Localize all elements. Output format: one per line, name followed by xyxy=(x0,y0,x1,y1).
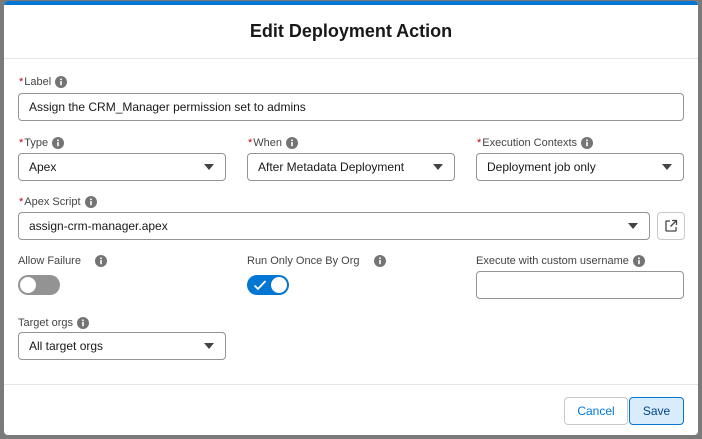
chevron-down-icon xyxy=(204,164,214,170)
modal-header: Edit Deployment Action xyxy=(4,5,698,59)
apex-script-select[interactable]: assign-crm-manager.apex xyxy=(18,212,650,240)
save-button[interactable]: Save xyxy=(629,397,684,425)
execution-contexts-select[interactable]: Deployment job only xyxy=(476,153,684,181)
type-select-value: Apex xyxy=(29,160,57,174)
chevron-down-icon xyxy=(204,343,214,349)
edit-deployment-action-modal: Edit Deployment Action *Label Assign the… xyxy=(4,1,698,435)
required-mark: * xyxy=(19,137,24,149)
target-orgs-select-value: All target orgs xyxy=(29,339,104,353)
required-mark: * xyxy=(248,137,253,149)
open-script-button[interactable] xyxy=(657,212,685,240)
info-icon[interactable] xyxy=(286,137,299,149)
when-select[interactable]: After Metadata Deployment xyxy=(247,153,455,181)
info-icon[interactable] xyxy=(94,255,107,267)
check-icon xyxy=(253,280,267,291)
execution-contexts-select-value: Deployment job only xyxy=(487,160,596,174)
apex-script-field-label: *Apex Script xyxy=(19,196,97,208)
target-orgs-select[interactable]: All target orgs xyxy=(18,332,226,360)
chevron-down-icon xyxy=(433,164,443,170)
required-mark: * xyxy=(477,137,482,149)
info-icon[interactable] xyxy=(77,317,90,329)
modal-footer: Cancel Save xyxy=(4,384,698,435)
info-icon[interactable] xyxy=(84,196,97,208)
info-icon[interactable] xyxy=(632,255,645,267)
modal-title: Edit Deployment Action xyxy=(249,21,453,41)
chevron-down-icon xyxy=(662,164,672,170)
type-field-label: *Type xyxy=(19,137,65,149)
type-select[interactable]: Apex xyxy=(18,153,226,181)
apex-script-field-text: Apex Script xyxy=(24,196,81,208)
allow-failure-field-label: Allow Failure xyxy=(18,255,107,267)
chevron-down-icon xyxy=(628,223,638,229)
allow-failure-toggle[interactable] xyxy=(18,275,60,295)
external-link-icon xyxy=(665,219,678,232)
execution-contexts-field-text: Execution Contexts xyxy=(482,137,578,149)
custom-username-field-text: Execute with custom username xyxy=(476,255,629,267)
toggle-knob xyxy=(271,277,287,293)
target-orgs-field-text: Target orgs xyxy=(18,317,74,329)
run-once-field-label: Run Only Once By Org xyxy=(247,255,386,267)
target-orgs-field-label: Target orgs xyxy=(18,317,90,329)
run-once-field-text: Run Only Once By Org xyxy=(247,255,360,267)
required-mark: * xyxy=(19,76,24,88)
info-icon[interactable] xyxy=(52,137,65,149)
info-icon[interactable] xyxy=(373,255,386,267)
label-field-text: Label xyxy=(24,76,52,88)
custom-username-input[interactable] xyxy=(476,271,684,299)
allow-failure-field-text: Allow Failure xyxy=(18,255,81,267)
apex-script-select-value: assign-crm-manager.apex xyxy=(29,219,168,233)
type-field-text: Type xyxy=(24,137,49,149)
when-select-value: After Metadata Deployment xyxy=(258,160,405,174)
when-field-text: When xyxy=(253,137,283,149)
cancel-button[interactable]: Cancel xyxy=(564,397,628,425)
execution-contexts-field-label: *Execution Contexts xyxy=(477,137,594,149)
when-field-label: *When xyxy=(248,137,299,149)
info-icon[interactable] xyxy=(55,76,68,88)
info-icon[interactable] xyxy=(581,137,594,149)
label-input-value: Assign the CRM_Manager permission set to… xyxy=(29,100,306,114)
toggle-knob xyxy=(20,277,36,293)
label-input[interactable]: Assign the CRM_Manager permission set to… xyxy=(18,93,684,121)
run-once-toggle[interactable] xyxy=(247,275,289,295)
label-field-label: *Label xyxy=(19,76,68,88)
required-mark: * xyxy=(19,196,24,208)
custom-username-field-label: Execute with custom username xyxy=(476,255,645,267)
